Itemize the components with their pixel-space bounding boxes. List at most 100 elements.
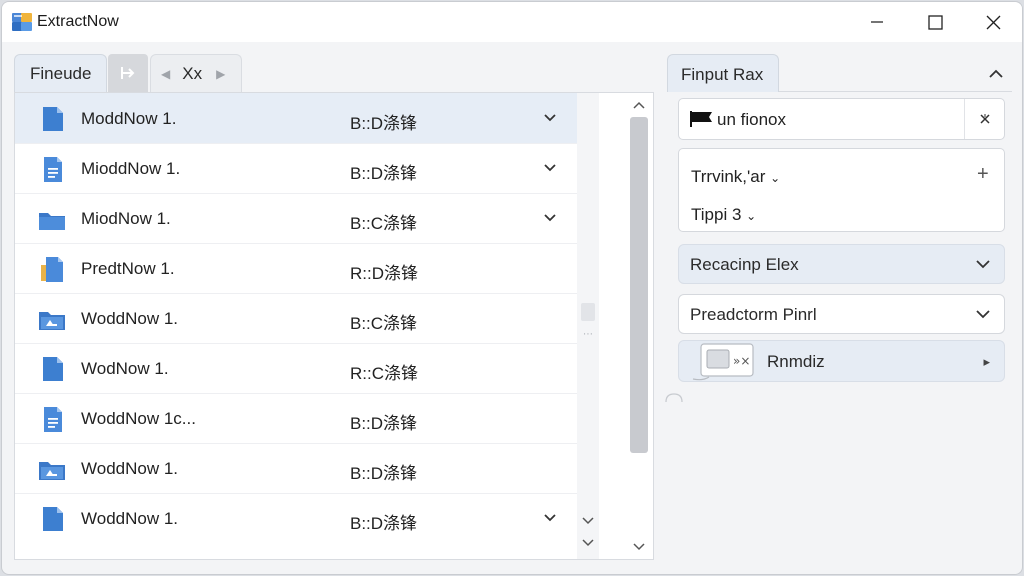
play-arrow-icon: ▸ [983, 354, 990, 369]
run-button[interactable]: »× Rnmdiz ▸ [678, 340, 1005, 382]
file-name: WoddNow 1. [81, 509, 179, 528]
grip-icon: ⋯ [583, 329, 593, 340]
folder-image-icon [39, 462, 65, 480]
file-name: ModdNow 1. [81, 109, 177, 128]
inner-scrollbar-thumb[interactable] [581, 303, 595, 321]
row-divider [15, 343, 577, 344]
file-destination: B::D涤锋 [350, 414, 418, 433]
tab-secondary[interactable]: ◀ Xx ▶ [150, 54, 242, 92]
document-icon [43, 507, 63, 531]
close-button[interactable] [964, 2, 1022, 42]
option-2-dropdown[interactable]: Tippi 3 ⌄ [691, 205, 756, 225]
maximize-icon [927, 14, 943, 30]
inner-scrollbar[interactable]: ⋯ [577, 93, 599, 559]
option-2-label: Tippi 3 [691, 205, 742, 224]
tab-next-icon[interactable]: ▶ [216, 67, 225, 81]
file-row[interactable]: WoddNow 1. B::C涤锋 [15, 293, 577, 343]
dropdown-1[interactable]: Recacinp Elex [678, 244, 1005, 284]
file-row[interactable]: ModdNow 1. B::D涤锋 [15, 93, 577, 143]
clear-icon [979, 114, 990, 124]
file-name: WoddNow 1c... [81, 409, 196, 428]
row-divider [15, 393, 577, 394]
app-logo-icon [12, 13, 32, 31]
tab-secondary-label: Xx [182, 63, 203, 83]
run-label: Rnmdiz [767, 352, 825, 371]
chevron-down-icon [976, 310, 990, 319]
file-row[interactable]: MioddNow 1. B::D涤锋 [15, 143, 577, 193]
file-list: ModdNow 1. B::D涤锋 MioddNow 1. B::D涤锋 MiodNow… [15, 93, 577, 559]
file-tabs: Fineude ◀ Xx ▶ [14, 54, 654, 92]
row-divider [15, 193, 577, 194]
row-divider [15, 243, 577, 244]
document-lines-icon [44, 157, 62, 182]
file-destination: B::C涤锋 [350, 314, 418, 333]
file-name: MiodNow 1. [81, 209, 171, 228]
file-name: MioddNow 1. [81, 159, 181, 178]
tab-prev-icon[interactable]: ◀ [161, 67, 170, 81]
vertical-scrollbar[interactable] [621, 93, 653, 559]
file-destination: R::D涤锋 [350, 264, 418, 283]
file-list-panel: Fineude ◀ Xx ▶ ModdNow 1. B::D涤锋 MioddNow … [14, 54, 654, 560]
chevron-down-icon[interactable] [543, 213, 557, 223]
output-path-value[interactable]: un fionox [717, 110, 786, 130]
file-destination: B::D涤锋 [350, 164, 418, 183]
row-divider [15, 443, 577, 444]
chevron-down-icon: ⌄ [770, 171, 781, 185]
scroll-up-icon[interactable] [633, 101, 645, 109]
add-icon[interactable]: + [977, 163, 989, 186]
options-box: Trrvink,'ar ⌄ Tippi 3 ⌄ + [678, 148, 1005, 232]
tab-files-label: Fineude [30, 63, 92, 83]
row-divider [15, 143, 577, 144]
file-row[interactable]: WodNow 1. R::C涤锋 [15, 343, 577, 393]
title-bar[interactable]: ExtractNow [2, 2, 1022, 42]
file-list-frame: ModdNow 1. B::D涤锋 MioddNow 1. B::D涤锋 MiodNow… [14, 92, 654, 560]
file-destination: B::D涤锋 [350, 114, 418, 133]
row-divider [15, 293, 577, 294]
window-title: ExtractNow [37, 13, 119, 30]
scroll-down-icon[interactable] [633, 543, 645, 551]
file-row[interactable]: MiodNow 1. B::C涤锋 [15, 193, 577, 243]
collapse-chevron-up-icon[interactable] [989, 69, 1003, 78]
chevron-down-icon[interactable] [543, 163, 557, 173]
flag-icon [690, 111, 712, 127]
option-1-label: Trrvink,'ar [691, 167, 766, 186]
tab-files[interactable]: Fineude [14, 54, 107, 92]
tab-pin-button[interactable] [108, 54, 148, 92]
chevron-down-icon[interactable] [543, 113, 557, 123]
svg-text:»×: »× [733, 354, 750, 368]
options-panel-header: Finput Rax [667, 54, 1012, 92]
output-path-field[interactable]: un fionox [678, 98, 1005, 140]
chevron-down-icon: ⌄ [746, 209, 757, 223]
minimize-button[interactable] [848, 2, 906, 42]
file-row[interactable]: WoddNow 1c... B::D涤锋 [15, 393, 577, 443]
option-1-dropdown[interactable]: Trrvink,'ar ⌄ [691, 167, 780, 187]
file-row[interactable]: PredtNow 1. R::D涤锋 [15, 243, 577, 293]
file-destination: R::C涤锋 [350, 364, 418, 383]
scroll-down-icon[interactable] [582, 517, 594, 525]
dropdown-2-label: Preadctorm Pinrl [690, 305, 817, 324]
close-icon [986, 15, 1000, 29]
file-row[interactable]: WoddNow 1. B::D涤锋 [15, 493, 577, 543]
document-lines-icon [44, 407, 62, 432]
file-name: WoddNow 1. [81, 459, 179, 478]
minimize-icon [871, 21, 883, 23]
resize-handle-icon[interactable] [665, 392, 683, 402]
folder-icon [39, 213, 65, 230]
dropdown-2[interactable]: Preadctorm Pinrl [678, 294, 1005, 334]
dropdown-1-label: Recacinp Elex [690, 255, 799, 274]
file-name: PredtNow 1. [81, 259, 175, 278]
clear-button[interactable] [964, 99, 1004, 139]
tab-input-label: Finput Rax [681, 65, 764, 84]
file-name: WoddNow 1. [81, 309, 179, 328]
maximize-button[interactable] [906, 2, 964, 42]
document-folder-icon [41, 257, 63, 282]
file-destination: B::C涤锋 [350, 214, 418, 233]
scroll-down-icon[interactable] [582, 539, 594, 547]
file-name: WodNow 1. [81, 359, 169, 378]
file-destination: B::D涤锋 [350, 514, 418, 533]
app-window: ExtractNow Fineude ◀ Xx ▶ ModdNow 1. B::… [1, 1, 1023, 575]
chevron-down-icon[interactable] [543, 513, 557, 523]
vertical-scrollbar-thumb[interactable] [630, 117, 648, 453]
file-row[interactable]: WoddNow 1. B::D涤锋 [15, 443, 577, 493]
tab-input[interactable]: Finput Rax [667, 54, 779, 92]
